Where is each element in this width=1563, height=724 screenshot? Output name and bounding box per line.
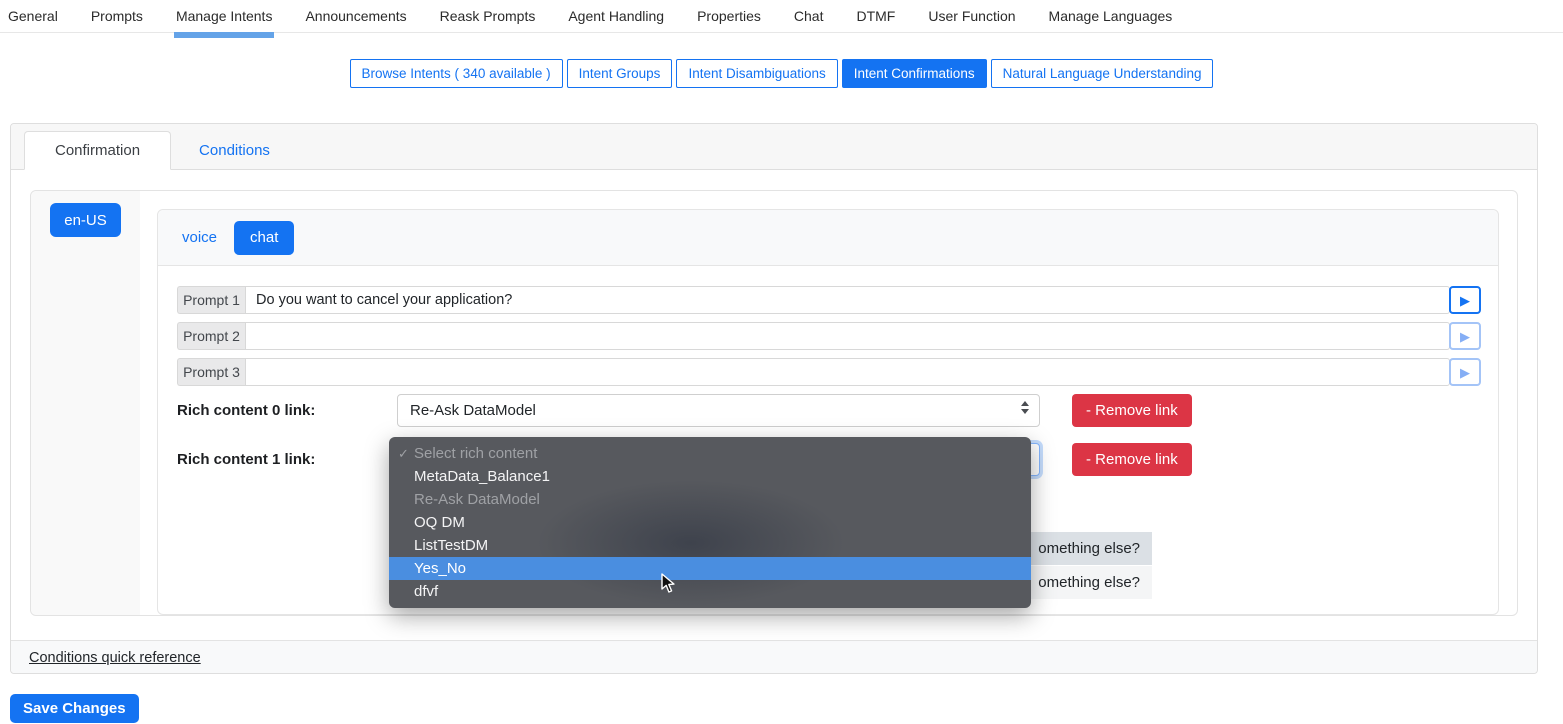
checkmark-icon: ✓ [398,442,409,465]
conditions-quick-reference-link[interactable]: Conditions quick reference [29,650,201,666]
rich-content-1-label: Rich content 1 link: [177,451,397,468]
rich-content-1-remove-button[interactable]: - Remove link [1072,443,1192,476]
dropdown-option-re-ask-datamodel[interactable]: Re-Ask DataModel [389,488,1031,511]
dropdown-option-dfvf[interactable]: dfvf [389,580,1031,603]
nav-item-prompts[interactable]: Prompts [91,8,143,24]
play-icon: ▶ [1460,366,1470,379]
nav-item-agent-handling[interactable]: Agent Handling [568,8,664,24]
intent-section-tabs: Browse Intents ( 340 available ) Intent … [0,59,1563,88]
nav-item-manage-intents[interactable]: Manage Intents [176,8,273,24]
prompt-1-play-button[interactable]: ▶ [1449,286,1481,314]
nav-item-chat[interactable]: Chat [794,8,824,24]
dropdown-option-label: Select rich content [414,445,537,462]
dropdown-option-oq-dm[interactable]: OQ DM [389,511,1031,534]
dropdown-option-listtestdm[interactable]: ListTestDM [389,534,1031,557]
prompt-2-label: Prompt 2 [177,322,245,350]
play-icon: ▶ [1460,330,1470,343]
caret-up-icon [1021,401,1029,406]
tab-natural-language-understanding[interactable]: Natural Language Understanding [991,59,1214,88]
dropdown-option-label: MetaData_Balance1 [414,468,550,485]
nav-item-user-function[interactable]: User Function [928,8,1015,24]
language-column: en-US [31,191,140,615]
nav-item-dtmf[interactable]: DTMF [856,8,895,24]
dropdown-option-label: OQ DM [414,514,465,531]
tab-intent-groups[interactable]: Intent Groups [567,59,673,88]
save-changes-button[interactable]: Save Changes [10,694,139,723]
rich-content-0-row: Rich content 0 link: Re-Ask DataModel - … [177,394,1481,427]
rich-content-0-selected-value: Re-Ask DataModel [410,402,536,419]
dropdown-option-yes-no[interactable]: Yes_No [389,557,1031,580]
top-nav-list: General Prompts Manage Intents Announcem… [8,8,1563,24]
tab-intent-disambiguations[interactable]: Intent Disambiguations [676,59,837,88]
channel-tabs-header: voice chat [158,210,1498,266]
dropdown-option-label: dfvf [414,583,438,600]
tab-browse-intents[interactable]: Browse Intents ( 340 available ) [350,59,563,88]
prompt-3-play-button[interactable]: ▶ [1449,358,1481,386]
nav-item-properties[interactable]: Properties [697,8,761,24]
nav-item-announcements[interactable]: Announcements [305,8,406,24]
top-navigation: General Prompts Manage Intents Announcem… [0,0,1563,33]
nav-item-manage-languages[interactable]: Manage Languages [1049,8,1173,24]
caret-down-icon [1021,409,1029,414]
rich-content-dropdown-menu: ✓ Select rich content MetaData_Balance1 … [389,437,1031,608]
nav-item-general[interactable]: General [8,8,58,24]
prompt-row-3: Prompt 3 ▶ [177,358,1481,386]
prompt-2-play-button[interactable]: ▶ [1449,322,1481,350]
prompt-row-2: Prompt 2 ▶ [177,322,1481,350]
tab-chat[interactable]: chat [234,221,294,255]
prompt-2-input[interactable] [245,322,1450,350]
dropdown-option-metadata-balance1[interactable]: MetaData_Balance1 [389,465,1031,488]
prompt-3-input[interactable] [245,358,1450,386]
tab-confirmation[interactable]: Confirmation [24,131,171,170]
nav-item-reask-prompts[interactable]: Reask Prompts [440,8,536,24]
tab-intent-confirmations[interactable]: Intent Confirmations [842,59,987,88]
dropdown-option-select-rich-content[interactable]: ✓ Select rich content [389,442,1031,465]
card-tabs-header: Confirmation Conditions [11,124,1537,170]
prompt-1-label: Prompt 1 [177,286,245,314]
select-updown-icon [1021,401,1029,414]
prompt-row-1: Prompt 1 ▶ [177,286,1481,314]
rich-content-0-remove-button[interactable]: - Remove link [1072,394,1192,427]
language-button-en-us[interactable]: en-US [50,203,121,237]
tab-conditions[interactable]: Conditions [171,132,298,169]
prompt-3-label: Prompt 3 [177,358,245,386]
card-footer: Conditions quick reference [11,640,1537,673]
rich-content-0-label: Rich content 0 link: [177,402,397,419]
dropdown-option-label: ListTestDM [414,537,488,554]
dropdown-option-label: Re-Ask DataModel [414,491,540,508]
prompt-1-input[interactable] [245,286,1450,314]
tab-voice[interactable]: voice [182,221,217,255]
dropdown-option-label: Yes_No [414,560,466,577]
rich-content-0-select[interactable]: Re-Ask DataModel [397,394,1040,427]
play-icon: ▶ [1460,294,1470,307]
